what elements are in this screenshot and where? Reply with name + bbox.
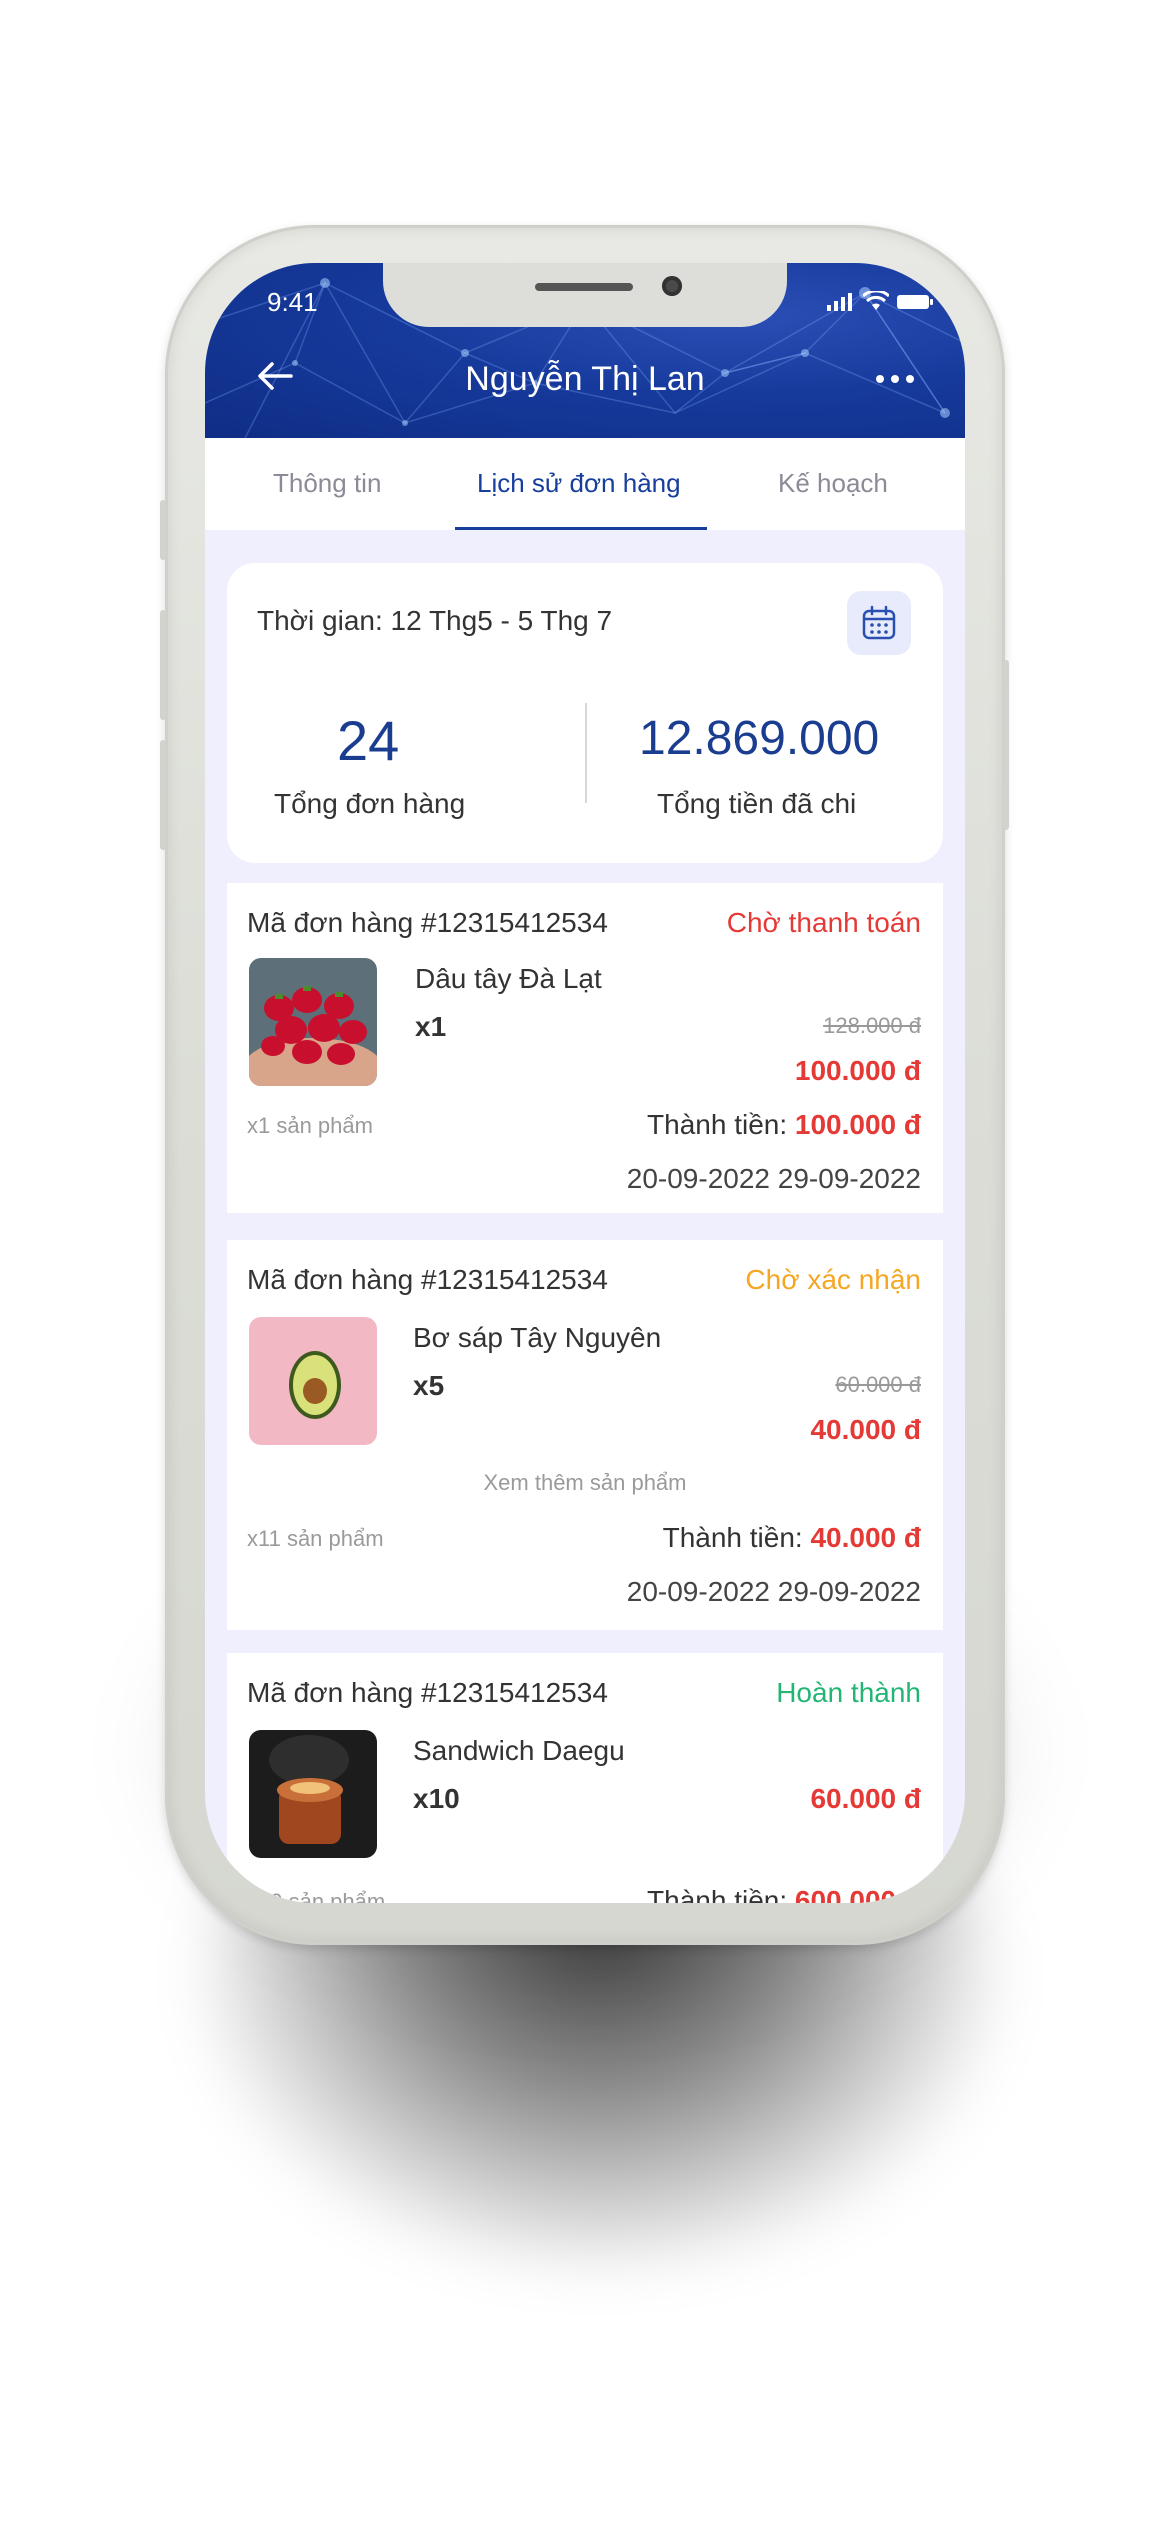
signal-icon bbox=[827, 293, 852, 311]
speaker-grille bbox=[535, 283, 633, 291]
volume-up-button bbox=[160, 610, 166, 720]
order-status: Hoàn thành bbox=[776, 1677, 921, 1708]
product-count: x11 sản phẩm bbox=[247, 1526, 384, 1551]
calendar-button[interactable] bbox=[847, 591, 911, 655]
see-more-products-link[interactable]: Xem thêm sản phẩm bbox=[227, 1470, 943, 1496]
battery-icon bbox=[897, 295, 933, 309]
order-total: Thành tiền: 600.000 đ bbox=[647, 1885, 921, 1903]
status-time: 9:41 bbox=[267, 287, 318, 317]
order-total: Thành tiền: 100.000 đ bbox=[647, 1109, 921, 1141]
sale-price: 60.000 đ bbox=[810, 1783, 921, 1814]
order-card[interactable]: Mã đơn hàng #12315412534 Hoàn thành Sand… bbox=[227, 1653, 943, 1903]
avocado-image bbox=[249, 1317, 377, 1445]
product-image-sandwich bbox=[249, 1730, 377, 1858]
power-button bbox=[1003, 660, 1009, 830]
order-status: Chờ xác nhận bbox=[745, 1264, 921, 1295]
product-qty: x5 bbox=[413, 1370, 445, 1401]
sale-price: 40.000 đ bbox=[810, 1414, 921, 1445]
original-price: 60.000 đ bbox=[835, 1372, 921, 1397]
total-orders-value: 24 bbox=[337, 709, 400, 772]
product-qty: x1 bbox=[415, 1011, 447, 1042]
stats-divider bbox=[585, 703, 587, 803]
time-range-label: Thời gian: 12 Thg5 - 5 Thg 7 bbox=[257, 605, 613, 636]
more-button[interactable] bbox=[875, 351, 915, 393]
total-spent-label: Tổng tiền đã chi bbox=[657, 788, 857, 819]
order-total-value: 100.000 đ bbox=[794, 1109, 921, 1140]
status-indicators bbox=[827, 291, 933, 311]
volume-down-button bbox=[160, 740, 166, 850]
order-status: Chờ thanh toán bbox=[726, 907, 921, 938]
sale-price: 100.000 đ bbox=[794, 1055, 921, 1086]
mute-switch bbox=[160, 500, 166, 560]
device-notch bbox=[383, 263, 787, 327]
tab-bar: Thông tin Lịch sử đơn hàng Kế hoạch bbox=[205, 438, 965, 530]
order-total-label: Thành tiền: bbox=[647, 1109, 795, 1140]
app-screen: 9:41 Nguyễn Thị Lan Thông tin Lịch sử đơ… bbox=[205, 263, 965, 1903]
tab-order-history[interactable]: Lịch sử đơn hàng bbox=[477, 468, 681, 499]
sandwich-image bbox=[249, 1730, 377, 1858]
product-name: Dâu tây Đà Lạt bbox=[415, 963, 602, 994]
order-code: Mã đơn hàng #12315412534 bbox=[247, 907, 608, 938]
order-code: Mã đơn hàng #12315412534 bbox=[247, 1264, 608, 1295]
page-title: Nguyễn Thị Lan bbox=[465, 360, 705, 398]
order-dates: 20-09-2022 29-09-2022 bbox=[626, 1163, 921, 1194]
product-image-strawberry bbox=[249, 958, 377, 1086]
product-image-avocado bbox=[249, 1317, 377, 1445]
order-total-value: 600.000 đ bbox=[794, 1885, 921, 1903]
tab-plan[interactable]: Kế hoạch bbox=[778, 468, 888, 499]
order-card[interactable]: Mã đơn hàng #12315412534 Chờ xác nhận Bơ… bbox=[227, 1240, 943, 1630]
mockup-stage: 9:41 Nguyễn Thị Lan Thông tin Lịch sử đơ… bbox=[0, 0, 1170, 2532]
product-name: Bơ sáp Tây Nguyên bbox=[413, 1322, 662, 1353]
product-count: x10 sản phẩm bbox=[247, 1889, 386, 1903]
original-price: 128.000 đ bbox=[823, 1013, 921, 1038]
order-total-label: Thành tiền: bbox=[662, 1522, 811, 1553]
summary-card: Thời gian: 12 Thg5 - 5 Thg 7 24 Tổng đơn… bbox=[227, 563, 943, 863]
product-count: x1 sản phẩm bbox=[247, 1113, 373, 1138]
order-total-value: 40.000 đ bbox=[810, 1522, 921, 1553]
front-camera bbox=[662, 276, 682, 296]
app-header: 9:41 Nguyễn Thị Lan bbox=[205, 263, 965, 438]
order-dates: 20-09-2022 29-09-2022 bbox=[626, 1576, 921, 1607]
active-tab-indicator bbox=[455, 527, 707, 530]
more-dots-icon bbox=[876, 375, 914, 383]
order-card[interactable]: Mã đơn hàng #12315412534 Chờ thanh toán bbox=[227, 883, 943, 1213]
order-total: Thành tiền: 40.000 đ bbox=[663, 1522, 921, 1554]
tab-info[interactable]: Thông tin bbox=[273, 468, 381, 499]
product-qty: x10 bbox=[413, 1783, 460, 1814]
total-spent-value: 12.869.000 bbox=[639, 712, 880, 765]
strawberry-image bbox=[249, 958, 377, 1086]
order-total-label: Thành tiền: bbox=[647, 1885, 795, 1903]
order-code: Mã đơn hàng #12315412534 bbox=[247, 1677, 608, 1708]
product-name: Sandwich Daegu bbox=[413, 1735, 625, 1766]
calendar-icon bbox=[862, 605, 896, 640]
wifi-icon bbox=[863, 291, 889, 310]
total-orders-label: Tổng đơn hàng bbox=[274, 788, 466, 819]
